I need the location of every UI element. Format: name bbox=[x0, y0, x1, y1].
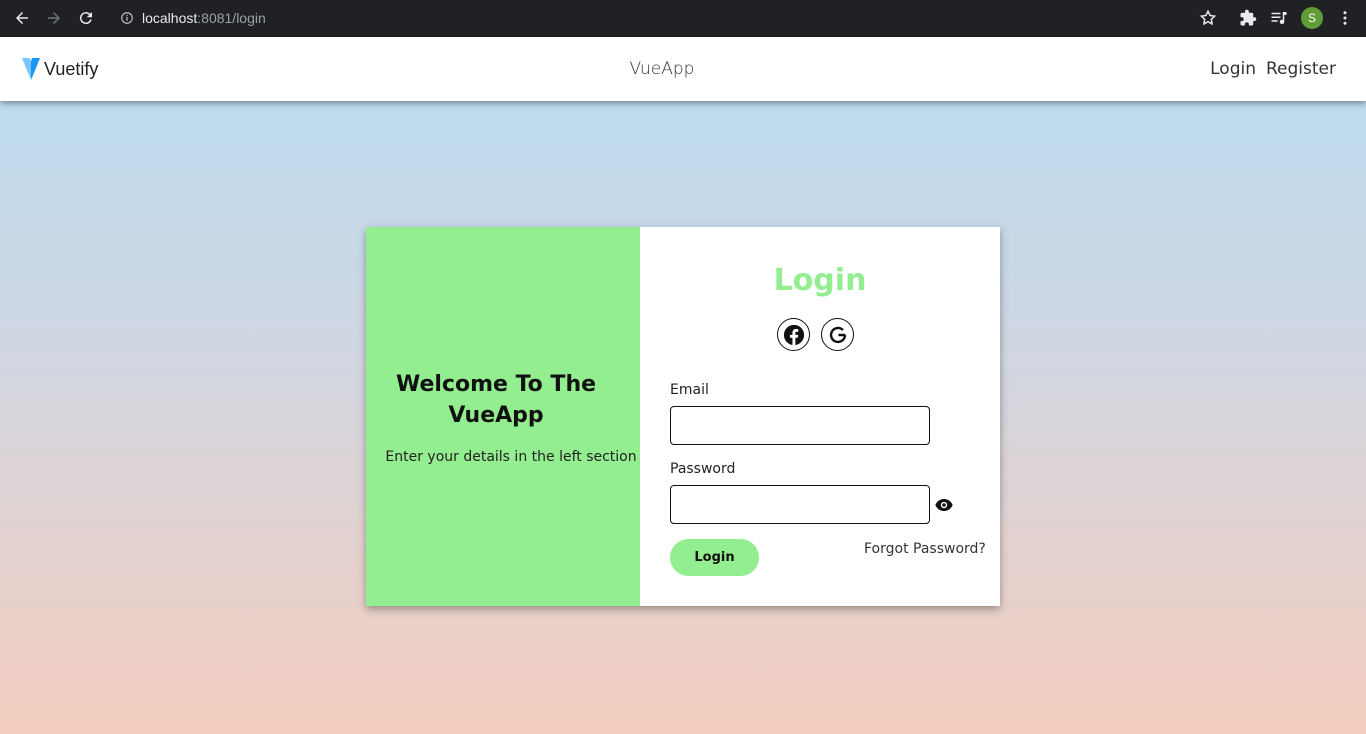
bookmark-star-icon[interactable] bbox=[1199, 9, 1217, 27]
top-nav: Login Register bbox=[1210, 59, 1336, 79]
app-bar: Vuetify VueApp Login Register bbox=[0, 37, 1366, 101]
password-label: Password bbox=[670, 461, 736, 477]
login-form-panel: Login Email Password Login Forgot Passwo… bbox=[640, 227, 1000, 606]
reload-icon bbox=[79, 12, 92, 25]
profile-avatar[interactable]: S bbox=[1301, 7, 1323, 29]
email-input[interactable] bbox=[670, 406, 930, 445]
back-button[interactable] bbox=[11, 7, 33, 29]
login-card: Welcome To The VueApp Enter your details… bbox=[366, 227, 1000, 606]
url-text: localhost:8081/login bbox=[142, 10, 266, 26]
forgot-password-link[interactable]: Forgot Password? bbox=[864, 541, 986, 557]
google-icon bbox=[829, 326, 846, 343]
welcome-panel: Welcome To The VueApp Enter your details… bbox=[366, 227, 640, 606]
google-login-button[interactable] bbox=[821, 318, 854, 351]
forward-button[interactable] bbox=[43, 7, 65, 29]
eye-icon[interactable] bbox=[935, 497, 953, 513]
page-viewport: Vuetify VueApp Login Register Welcome To… bbox=[0, 37, 1366, 734]
welcome-title: Welcome To The VueApp bbox=[395, 372, 597, 428]
welcome-subtitle: Enter your details in the left section bbox=[385, 449, 637, 465]
app-title: VueApp bbox=[629, 59, 695, 79]
browser-toolbar: localhost:8081/login S bbox=[0, 0, 1366, 37]
extensions-puzzle-icon[interactable] bbox=[1239, 9, 1257, 27]
login-submit-button[interactable]: Login bbox=[670, 539, 759, 576]
info-icon bbox=[121, 12, 133, 24]
facebook-login-button[interactable] bbox=[777, 318, 810, 351]
arrow-left-icon bbox=[16, 12, 28, 24]
nav-login-link[interactable]: Login bbox=[1210, 59, 1256, 79]
password-input[interactable] bbox=[670, 485, 930, 524]
facebook-icon bbox=[783, 324, 804, 345]
address-bar[interactable]: localhost:8081/login bbox=[110, 4, 1226, 32]
reload-button[interactable] bbox=[75, 7, 97, 29]
arrow-right-icon bbox=[48, 12, 60, 24]
url-path: :8081/login bbox=[197, 10, 266, 26]
email-label: Email bbox=[670, 382, 709, 398]
social-login-group bbox=[777, 318, 854, 351]
more-vert-icon[interactable] bbox=[1336, 9, 1354, 27]
url-host: localhost bbox=[142, 10, 198, 26]
login-heading: Login bbox=[773, 263, 867, 298]
media-control-icon[interactable] bbox=[1269, 9, 1289, 27]
nav-register-link[interactable]: Register bbox=[1266, 59, 1336, 79]
